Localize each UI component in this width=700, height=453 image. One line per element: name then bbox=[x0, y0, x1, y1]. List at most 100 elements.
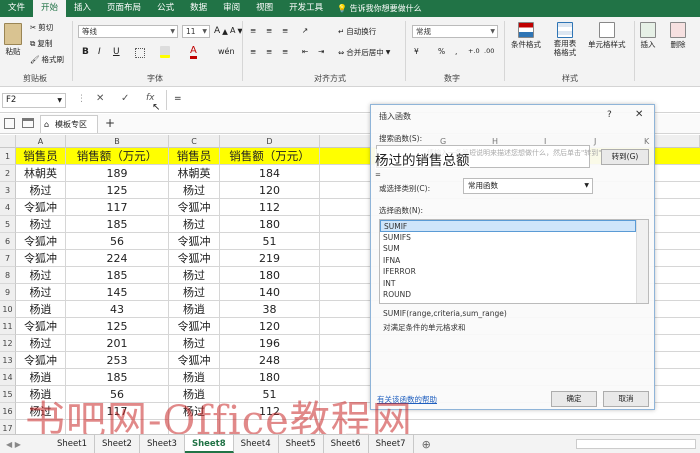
delete-cells-button[interactable]: 删除 bbox=[670, 22, 686, 50]
ribbon-tab[interactable]: 数据 bbox=[182, 0, 215, 17]
cell-c[interactable]: 林朝英 bbox=[169, 165, 220, 182]
cell-a[interactable]: 杨过 bbox=[16, 216, 66, 233]
function-item[interactable]: SUMIFS bbox=[380, 232, 636, 244]
cell-c[interactable]: 杨过 bbox=[169, 267, 220, 284]
row-header[interactable]: 12 bbox=[0, 335, 16, 352]
number-format-combo[interactable]: 常规 ▼ bbox=[412, 25, 498, 38]
cell-b[interactable]: 125 bbox=[66, 182, 169, 199]
ribbon-tab[interactable]: 开始 bbox=[33, 0, 67, 17]
cell-c[interactable]: 令狐冲 bbox=[169, 352, 220, 369]
cell-c[interactable]: 令狐冲 bbox=[169, 318, 220, 335]
cell-a[interactable]: 杨逍 bbox=[16, 369, 66, 386]
col-header-c[interactable]: C bbox=[169, 135, 220, 148]
cell-d[interactable]: 112 bbox=[220, 199, 320, 216]
format-painter-button[interactable]: 🖌 格式刷 bbox=[30, 54, 64, 65]
ribbon-tab[interactable]: 插入 bbox=[66, 0, 99, 17]
cell-a[interactable]: 杨过 bbox=[16, 284, 66, 301]
cell-d[interactable]: 120 bbox=[220, 182, 320, 199]
cell-c[interactable]: 杨逍 bbox=[169, 386, 220, 403]
align-middle-icon[interactable]: ≡ bbox=[266, 26, 272, 35]
function-item[interactable]: IFNA bbox=[380, 255, 636, 267]
cell-b[interactable]: 201 bbox=[66, 335, 169, 352]
cancel-button[interactable]: 取消 bbox=[603, 391, 649, 407]
orientation-icon[interactable]: ↗ bbox=[302, 26, 308, 35]
ribbon-tab[interactable]: 视图 bbox=[248, 0, 281, 17]
cell-b[interactable]: 销售额（万元） bbox=[66, 148, 169, 165]
bold-button[interactable]: B bbox=[82, 47, 89, 57]
go-button[interactable]: 转到(G) bbox=[601, 149, 649, 165]
row-header[interactable]: 6 bbox=[0, 233, 16, 250]
cell-styles-button[interactable]: 单元格样式 bbox=[588, 22, 626, 50]
currency-button[interactable]: ¥ bbox=[414, 47, 419, 56]
comma-button[interactable]: , bbox=[455, 47, 457, 56]
cell-a[interactable]: 杨逍 bbox=[16, 301, 66, 318]
add-workbook-button[interactable]: + bbox=[105, 116, 115, 130]
cell-b[interactable]: 185 bbox=[66, 267, 169, 284]
cell-c[interactable]: 杨逍 bbox=[169, 369, 220, 386]
cell-b[interactable]: 253 bbox=[66, 352, 169, 369]
function-item[interactable]: SUM bbox=[380, 243, 636, 255]
search-input[interactable]: 请输入一条简短说明来描述您想做什么，然后单击"转到" 杨过的销售总额 bbox=[375, 145, 601, 169]
sheet-tab[interactable]: Sheet7 bbox=[369, 435, 414, 453]
row-header[interactable]: 3 bbox=[0, 182, 16, 199]
paste-button[interactable]: 粘贴 bbox=[4, 23, 22, 57]
cell-a[interactable]: 令狐冲 bbox=[16, 233, 66, 250]
border-button[interactable] bbox=[135, 48, 145, 58]
font-size-combo[interactable]: 11 ▼ bbox=[182, 25, 210, 38]
list-scrollbar[interactable] bbox=[636, 220, 648, 303]
ribbon-tab[interactable]: 页面布局 bbox=[99, 0, 149, 17]
copy-button[interactable]: ⧉ 复制 bbox=[30, 38, 52, 49]
function-list[interactable]: SUMIF SUMIFS SUM IFNA IFERROR INT ROUND bbox=[379, 219, 649, 304]
cell-d[interactable]: 219 bbox=[220, 250, 320, 267]
cell-c[interactable]: 杨逍 bbox=[169, 301, 220, 318]
add-sheet-button[interactable]: ⊕ bbox=[414, 438, 431, 451]
close-button[interactable]: ✕ bbox=[635, 109, 643, 120]
cell-a[interactable]: 销售员 bbox=[16, 148, 66, 165]
horizontal-scrollbar[interactable] bbox=[576, 439, 696, 449]
cell-a[interactable]: 林朝英 bbox=[16, 165, 66, 182]
cell-d[interactable]: 196 bbox=[220, 335, 320, 352]
enter-formula-button[interactable]: ✓ bbox=[121, 93, 129, 104]
align-center-icon[interactable]: ≡ bbox=[266, 47, 272, 56]
select-all-corner[interactable] bbox=[0, 135, 16, 148]
page-icon[interactable] bbox=[4, 118, 15, 129]
cell-a[interactable]: 杨过 bbox=[16, 403, 66, 420]
cell-d[interactable]: 248 bbox=[220, 352, 320, 369]
cell-d[interactable]: 38 bbox=[220, 301, 320, 318]
row-header[interactable]: 14 bbox=[0, 369, 16, 386]
cell-b[interactable]: 56 bbox=[66, 233, 169, 250]
wrap-text-button[interactable]: ↵ 自动换行 bbox=[338, 26, 376, 37]
row-header[interactable]: 13 bbox=[0, 352, 16, 369]
row-header[interactable]: 5 bbox=[0, 216, 16, 233]
grow-font-button[interactable]: A ▲ bbox=[214, 26, 228, 36]
cell-c[interactable]: 杨过 bbox=[169, 182, 220, 199]
function-item[interactable]: INT bbox=[380, 278, 636, 290]
col-header-d[interactable]: D bbox=[220, 135, 320, 148]
font-color-button[interactable]: A bbox=[190, 46, 197, 59]
indent-icon[interactable]: ⇤ bbox=[302, 47, 308, 56]
cell-d[interactable]: 120 bbox=[220, 318, 320, 335]
row-header[interactable]: 2 bbox=[0, 165, 16, 182]
cell-b[interactable]: 189 bbox=[66, 165, 169, 182]
cell-c[interactable]: 杨过 bbox=[169, 335, 220, 352]
function-item[interactable]: IFERROR bbox=[380, 266, 636, 278]
decrease-decimal-icon[interactable]: .00 bbox=[484, 47, 494, 55]
shrink-font-button[interactable]: A ▼ bbox=[230, 26, 243, 35]
ribbon-tab[interactable]: 公式 bbox=[149, 0, 182, 17]
cell-a[interactable]: 令狐冲 bbox=[16, 250, 66, 267]
col-header-b[interactable]: B bbox=[66, 135, 169, 148]
cell-a[interactable]: 杨过 bbox=[16, 335, 66, 352]
row-header[interactable]: 16 bbox=[0, 403, 16, 420]
cell-a[interactable]: 杨过 bbox=[16, 182, 66, 199]
cell-d[interactable]: 180 bbox=[220, 369, 320, 386]
row-header[interactable]: 11 bbox=[0, 318, 16, 335]
cell-d[interactable]: 51 bbox=[220, 233, 320, 250]
category-select[interactable]: 常用函数 ▼ bbox=[463, 178, 593, 194]
row-header[interactable]: 7 bbox=[0, 250, 16, 267]
italic-button[interactable]: I bbox=[98, 47, 101, 57]
function-item[interactable]: ROUND bbox=[380, 289, 636, 301]
ribbon-tab[interactable]: 开发工具 bbox=[281, 0, 331, 17]
row-header[interactable]: 4 bbox=[0, 199, 16, 216]
insert-cells-button[interactable]: 插入 bbox=[640, 22, 656, 50]
col-header-a[interactable]: A bbox=[16, 135, 66, 148]
